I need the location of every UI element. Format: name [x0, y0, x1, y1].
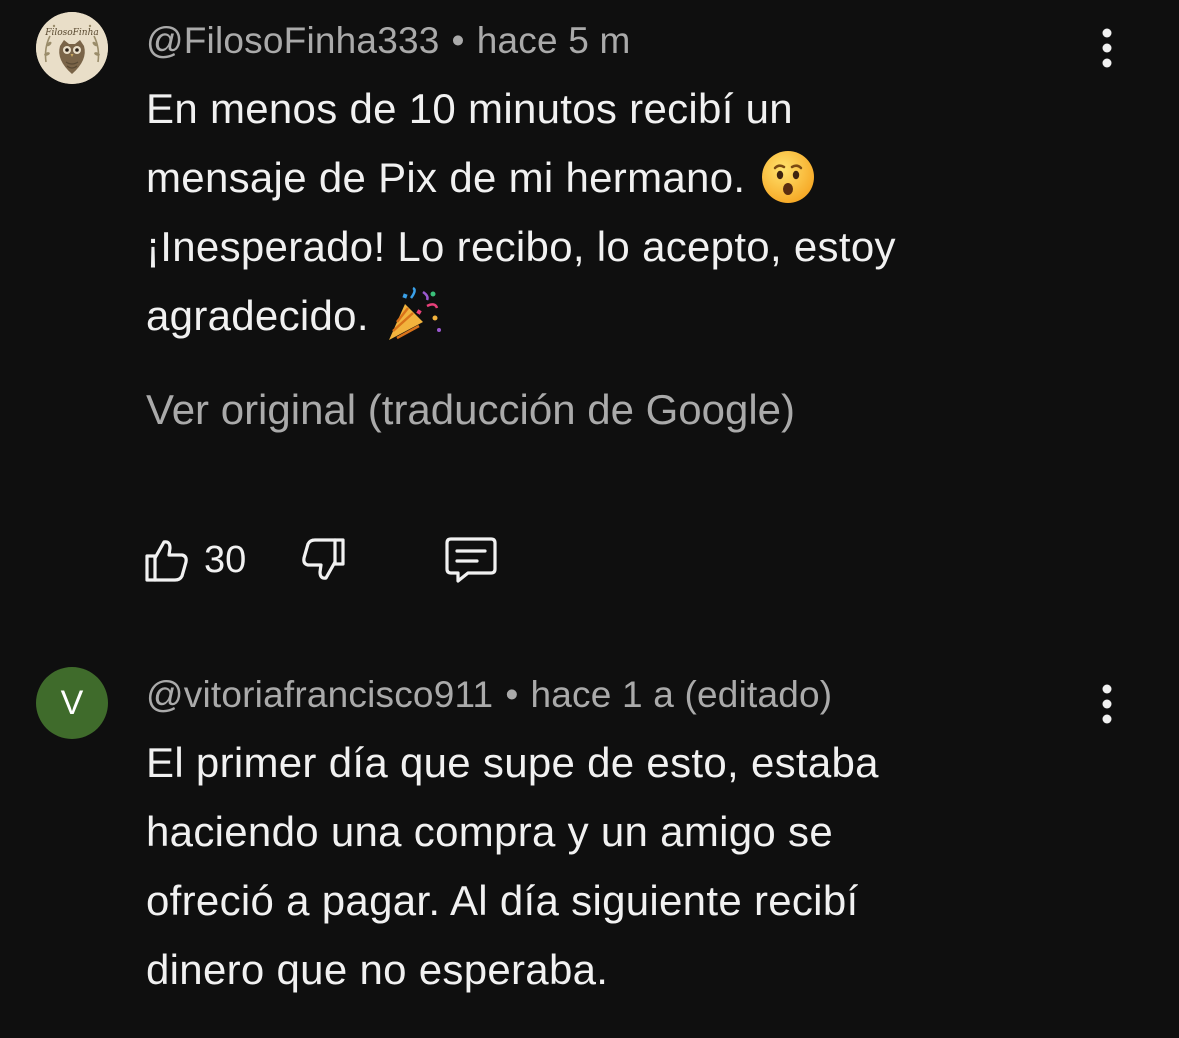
comment-text-line: ofreció a pagar. Al día siguiente recibí — [146, 877, 859, 924]
avatar[interactable]: V — [36, 667, 108, 739]
comment-item: V @vitoriafrancisco911 • hace 1 a (editado… — [0, 640, 1179, 1038]
dislike-button[interactable] — [300, 536, 348, 584]
more-options-button[interactable] — [1083, 680, 1131, 728]
comment-text-line: dinero que no esperaba. — [146, 946, 609, 993]
comment-text-line: En menos de 10 minutos recibí un — [146, 85, 793, 132]
author-name[interactable]: @FilosoFinha333 — [146, 20, 440, 61]
hushed-face-emoji-icon — [762, 150, 815, 203]
like-count: 30 — [204, 538, 247, 581]
comment-time: hace 1 a (editado) — [530, 674, 833, 715]
comment-text-line: El primer día que supe de esto, estaba — [146, 739, 879, 786]
reply-button[interactable] — [444, 535, 498, 585]
party-popper-emoji-icon — [388, 286, 441, 340]
comment-text: El primer día que supe de esto, estaba h… — [146, 728, 1106, 1004]
comment-item: FilosoFinha @FilosoFinha333 • hace 5 m En … — [0, 0, 1179, 640]
author-name[interactable]: @vitoriafrancisco911 — [146, 674, 493, 715]
like-button[interactable]: 30 — [142, 536, 246, 584]
comment-text-line: mensaje de Pix de mi hermano. — [146, 143, 1106, 212]
avatar-letter: V — [60, 683, 84, 722]
comment-text-line: agradecido. — [146, 281, 1106, 350]
more-vert-icon — [1102, 684, 1112, 724]
avatar[interactable]: FilosoFinha — [36, 12, 108, 84]
comment-meta: @vitoriafrancisco911 • hace 1 a (editado) — [146, 674, 832, 716]
thumbs-down-icon — [302, 538, 345, 580]
meta-separator: • — [451, 20, 465, 61]
more-vert-icon — [1102, 28, 1112, 68]
comment-meta: @FilosoFinha333 • hace 5 m — [146, 20, 631, 62]
comment-text-line: ¡Inesperado! Lo recibo, lo acepto, estoy — [146, 223, 896, 270]
thumbs-up-icon — [145, 540, 188, 582]
comment-actions: 30 — [142, 530, 498, 590]
view-original-link[interactable]: Ver original (traducción de Google) — [146, 386, 795, 434]
comment-text: En menos de 10 minutos recibí un mensaje… — [146, 74, 1106, 350]
svg-text:FilosoFinha: FilosoFinha — [44, 28, 99, 38]
comment-text-line: haciendo una compra y un amigo se — [146, 808, 833, 855]
comment-time: hace 5 m — [476, 20, 631, 61]
more-options-button[interactable] — [1083, 24, 1131, 72]
owl-avatar-icon: FilosoFinha — [36, 12, 108, 84]
meta-separator: • — [505, 674, 519, 715]
reply-comment-icon — [445, 537, 497, 583]
